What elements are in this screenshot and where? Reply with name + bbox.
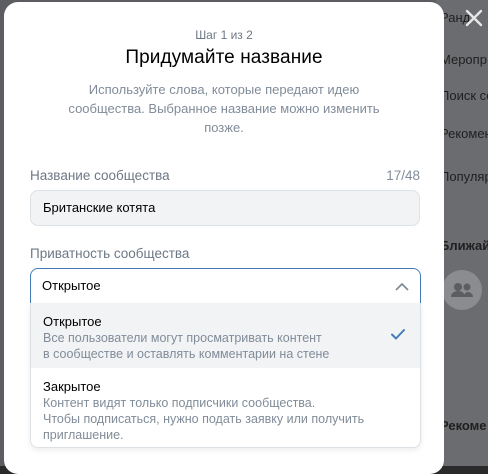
privacy-option-open[interactable]: Открытое Все пользователи могут просматр… [31, 303, 420, 368]
privacy-selected-value: Открытое [42, 278, 101, 293]
background-item: Рекомен [440, 126, 488, 141]
group-avatar-icon [442, 270, 482, 310]
step-indicator: Шаг 1 из 2 [195, 28, 253, 42]
background-section-title: Ближай [440, 238, 488, 253]
option-description: Все пользователи могут просматривать кон… [43, 331, 322, 345]
create-community-modal: Шаг 1 из 2 Придумайте название Используй… [4, 2, 444, 474]
name-char-counter: 17/48 [386, 168, 420, 183]
option-description: Чтобы подписаться, нужно подать заявку и… [43, 412, 365, 426]
option-title: Закрытое [43, 379, 101, 394]
background-item: Популяр [440, 169, 488, 184]
modal-subtitle: Используйте слова, которые передают идею… [68, 82, 380, 135]
close-icon[interactable] [460, 4, 488, 32]
privacy-select[interactable]: Открытое [30, 268, 421, 304]
community-name-input[interactable]: Британские котята [30, 190, 420, 226]
option-title: Открытое [43, 314, 102, 329]
privacy-option-closed[interactable]: Закрытое Контент видят только подписчики… [31, 368, 420, 447]
privacy-dropdown: Открытое Все пользователи могут просматр… [30, 303, 421, 448]
background-item: Меропр [440, 52, 487, 67]
community-name-label: Название сообщества [30, 168, 170, 183]
option-description: Контент видят только подписчики сообщест… [43, 396, 316, 410]
background-section-title: Рекоме [440, 418, 487, 433]
option-description: в сообществе и оставлять комментарии на … [43, 347, 330, 361]
modal-title: Придумайте название [125, 47, 323, 68]
check-icon [390, 327, 406, 341]
option-description: приглашение. [43, 428, 124, 442]
privacy-label: Приватность сообщества [30, 246, 190, 261]
chevron-up-icon[interactable] [394, 269, 410, 303]
background-item: Поиск со [440, 88, 488, 103]
